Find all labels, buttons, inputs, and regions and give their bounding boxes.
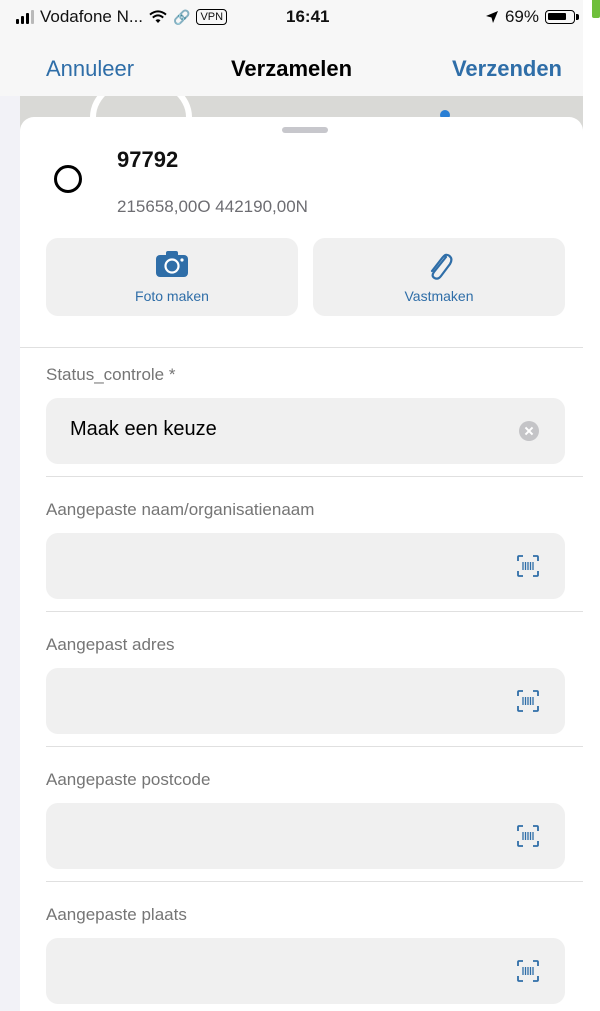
status-bar: Vodafone N... 🔗 VPN 16:41 69% <box>0 0 583 36</box>
photo-button-label: Foto maken <box>135 288 209 304</box>
hotspot-icon: 🔗 <box>173 8 191 25</box>
point-coordinates: 215658,00O 442190,00N <box>117 197 308 216</box>
camera-icon <box>156 251 188 277</box>
carrier-name: Vodafone N... <box>40 7 144 26</box>
field-label: Aangepast adres <box>46 635 175 654</box>
status-right: 69% <box>485 7 579 27</box>
barcode-scan-icon[interactable] <box>517 555 539 577</box>
select-value: Maak een keuze <box>70 418 217 440</box>
field-divider <box>46 746 583 747</box>
photo-button[interactable]: Foto maken <box>46 238 298 316</box>
attach-button[interactable]: Vastmaken <box>313 238 565 316</box>
attach-button-label: Vastmaken <box>404 288 474 304</box>
field-label: Aangepaste postcode <box>46 770 211 789</box>
field-divider <box>46 881 583 882</box>
field-divider <box>46 476 583 477</box>
location-arrow-icon <box>485 11 498 23</box>
cancel-button[interactable]: Annuleer <box>46 56 134 82</box>
clear-icon[interactable] <box>519 421 539 441</box>
vpn-badge: VPN <box>196 9 228 25</box>
field-divider <box>46 611 583 612</box>
field-label: Status_controle * <box>46 365 176 384</box>
wifi-icon <box>149 10 167 23</box>
paperclip-icon <box>430 253 453 280</box>
plaats-input[interactable] <box>46 938 565 1004</box>
battery-percent: 69% <box>504 7 539 26</box>
collect-sheet: 97792 215658,00O 442190,00N Foto maken V… <box>20 117 583 1011</box>
status-left: Vodafone N... 🔗 VPN <box>16 7 228 27</box>
edge-marker <box>592 0 600 18</box>
point-title: 97792 <box>117 147 179 172</box>
sheet-grabber[interactable] <box>282 127 328 133</box>
adres-input[interactable] <box>46 668 565 734</box>
postcode-input[interactable] <box>46 803 565 869</box>
nav-bar: Verzamelen Annuleer Verzenden <box>0 36 583 96</box>
barcode-scan-icon[interactable] <box>517 690 539 712</box>
field-label: Aangepaste naam/organisatienaam <box>46 500 315 519</box>
section-divider <box>20 347 583 348</box>
barcode-scan-icon[interactable] <box>517 960 539 982</box>
screen-edge <box>583 0 600 1011</box>
field-label: Aangepaste plaats <box>46 905 187 924</box>
battery-icon <box>545 10 579 24</box>
barcode-scan-icon[interactable] <box>517 825 539 847</box>
send-button[interactable]: Verzenden <box>452 56 562 82</box>
app-screen: Vodafone N... 🔗 VPN 16:41 69% Verzamelen… <box>0 0 584 1011</box>
signal-icon <box>16 10 34 24</box>
status-time: 16:41 <box>286 7 330 26</box>
naam-input[interactable] <box>46 533 565 599</box>
point-circle-icon <box>54 165 82 193</box>
status-select[interactable]: Maak een keuze <box>46 398 565 464</box>
